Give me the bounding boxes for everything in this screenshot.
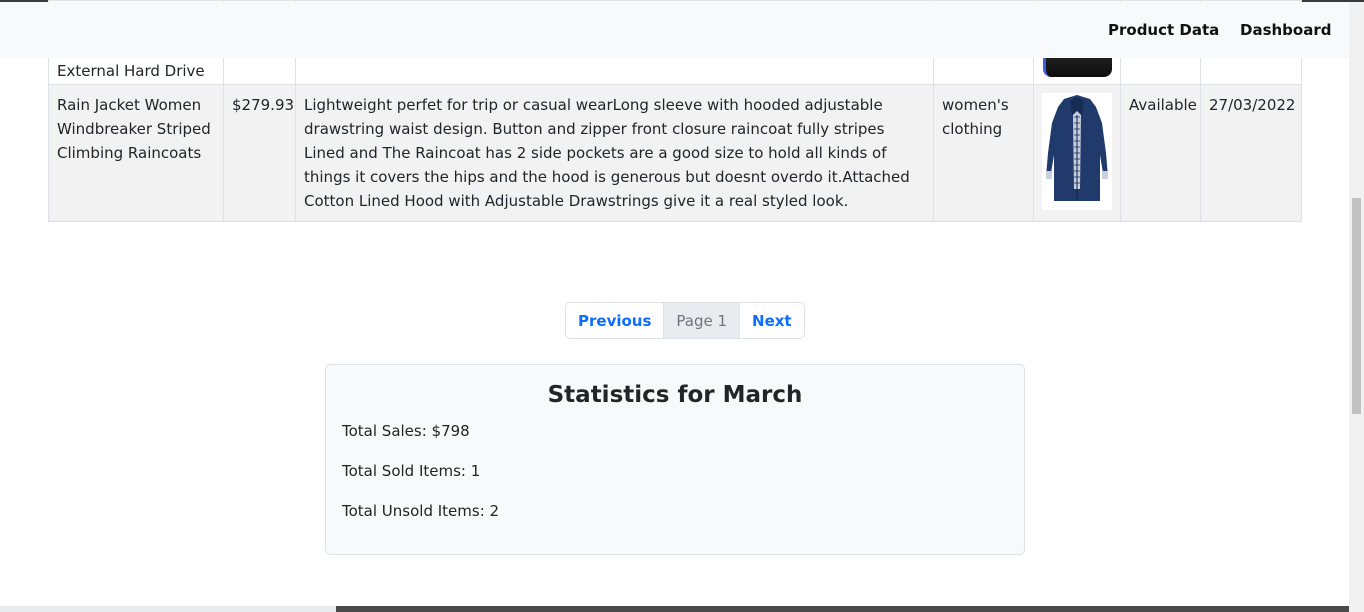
bottom-edge-dark (336, 606, 1349, 612)
product-price-cell: $279.93 (223, 84, 296, 222)
product-date-cell: 27/03/2022 (1200, 84, 1302, 222)
product-image-cell (1033, 84, 1121, 222)
previous-page-button[interactable]: Previous (565, 302, 665, 339)
statistics-title: Statistics for March (547, 382, 803, 408)
nav-dashboard-link[interactable]: Dashboard (1240, 21, 1331, 39)
table-row: Rain Jacket Women Windbreaker Striped Cl… (48, 84, 1302, 222)
product-description-cell: Lightweight perfet for trip or casual we… (295, 84, 934, 222)
total-sold-items-text: Total Sold Items: 1 (342, 462, 481, 480)
total-unsold-items-text: Total Unsold Items: 2 (342, 502, 500, 520)
nav-product-data-link[interactable]: Product Data (1108, 21, 1219, 39)
current-page-indicator: Page 1 (664, 302, 741, 339)
rain-jacket-image (1042, 93, 1112, 210)
vertical-scrollbar[interactable] (1349, 2, 1364, 612)
statistics-card: Statistics for March Total Sales: $798 T… (325, 364, 1025, 555)
scrollbar-thumb[interactable] (1352, 198, 1361, 414)
next-page-button[interactable]: Next (740, 302, 805, 339)
pagination: Previous Page 1 Next (565, 302, 805, 340)
total-sales-text: Total Sales: $798 (342, 422, 470, 440)
top-navbar: Product Data Dashboard (0, 2, 1349, 58)
product-status-cell: Available (1120, 84, 1201, 222)
product-name-cell: Rain Jacket Women Windbreaker Striped Cl… (48, 84, 224, 222)
product-category-cell: women's clothing (933, 84, 1034, 222)
